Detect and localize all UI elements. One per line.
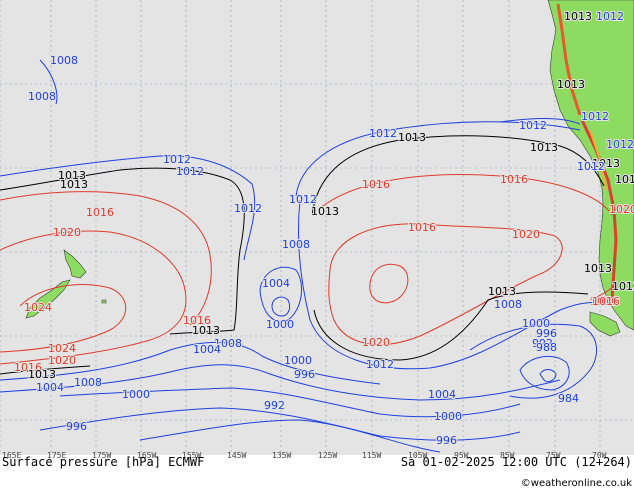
isobar-label-high: 1016 xyxy=(86,206,114,219)
isobar-label-standard: 1013 xyxy=(584,262,612,275)
isobar-label-standard: 1013 xyxy=(615,173,634,186)
isobar-label-low: 1012 xyxy=(163,153,191,166)
isobar-label-standard: 1013 xyxy=(58,169,86,182)
longitude-tick-label: 115W xyxy=(362,451,381,460)
isobar-label-low: 1008 xyxy=(74,376,102,389)
isobar-label-low: 1004 xyxy=(193,343,221,356)
isobar-label-low: 1008 xyxy=(282,238,310,251)
isobar-label-low: 1008 xyxy=(494,298,522,311)
isobar-label-standard: 1013 xyxy=(557,78,585,91)
isobar-label-low: 1000 xyxy=(284,354,312,367)
isobar-label-low: 1008 xyxy=(28,90,56,103)
isobar-label-high: 1016 xyxy=(362,178,390,191)
isobar-label-low: 996 xyxy=(436,434,457,447)
credit-text: ©weatheronline.co.uk xyxy=(521,478,632,489)
isobar-label-high: 1020 xyxy=(512,228,540,241)
isobar-label-standard: 1013 xyxy=(488,285,516,298)
isobar-label-low: 988 xyxy=(536,341,557,354)
isobar-label-low: 992 xyxy=(264,399,285,412)
isobar-label-high: 1016 xyxy=(500,173,528,186)
isobar-label-low: 1012 xyxy=(596,10,624,23)
valid-time: Sa 01-02-2025 12:00 UTC (12+264) xyxy=(401,455,632,469)
isobar-label-low: 1000 xyxy=(122,388,150,401)
land-chatham xyxy=(101,299,107,304)
isobar-label-standard: 1013 xyxy=(28,368,56,381)
isobar-label-low: 1012 xyxy=(577,160,605,173)
isobar-label-high: 1024 xyxy=(24,301,52,314)
map-title: Surface pressure [hPa] ECMWF xyxy=(2,455,204,469)
isobar-label-low: 1012 xyxy=(369,127,397,140)
longitude-tick-label: 125W xyxy=(318,451,337,460)
pressure-map: 100810081013 101210131013 1012101610121012… xyxy=(0,0,634,490)
isobar-label-low: 1008 xyxy=(50,54,78,67)
isobar-label-high: 1020 xyxy=(362,336,390,349)
isobar-label-high: 1016 xyxy=(592,295,620,308)
isobar-label-low: 1004 xyxy=(428,388,456,401)
isobar-label-low: 1012 xyxy=(581,110,609,123)
longitude-tick-label: 145W xyxy=(227,451,246,460)
isobar-label-high: 1020 xyxy=(609,203,634,216)
isobar-label-low: 1012 xyxy=(289,193,317,206)
isobar-label-low: 1004 xyxy=(36,381,64,394)
isobar-label-low: 1012 xyxy=(519,119,547,132)
isobar-label-low: 1012 xyxy=(366,358,394,371)
isobar-label-low: 1012 xyxy=(176,165,204,178)
isobar-label-low: 984 xyxy=(558,392,579,405)
isobar-label-standard: 1013 xyxy=(192,324,220,337)
isobar-label-low: 996 xyxy=(66,420,87,433)
isobar-label-low: 1012 xyxy=(606,138,634,151)
isobar-label-standard: 1013 xyxy=(564,10,592,23)
isobar-label-low: 1004 xyxy=(262,277,290,290)
isobar-label-standard: 1013 xyxy=(311,205,339,218)
isobar-label-standard: 1013 xyxy=(398,131,426,144)
isobar-label-high: 1020 xyxy=(48,354,76,367)
isobar-label-low: 996 xyxy=(294,368,315,381)
isobar-label-high: 1016 xyxy=(408,221,436,234)
isobar-label-low: 1000 xyxy=(434,410,462,423)
longitude-tick-label: 135W xyxy=(272,451,291,460)
isobar-label-standard: 1013 xyxy=(612,280,634,293)
isobar-label-high: 1020 xyxy=(53,226,81,239)
isobar-label-low: 1000 xyxy=(266,318,294,331)
isobar-label-low: 1012 xyxy=(234,202,262,215)
isobar-label-standard: 1013 xyxy=(530,141,558,154)
